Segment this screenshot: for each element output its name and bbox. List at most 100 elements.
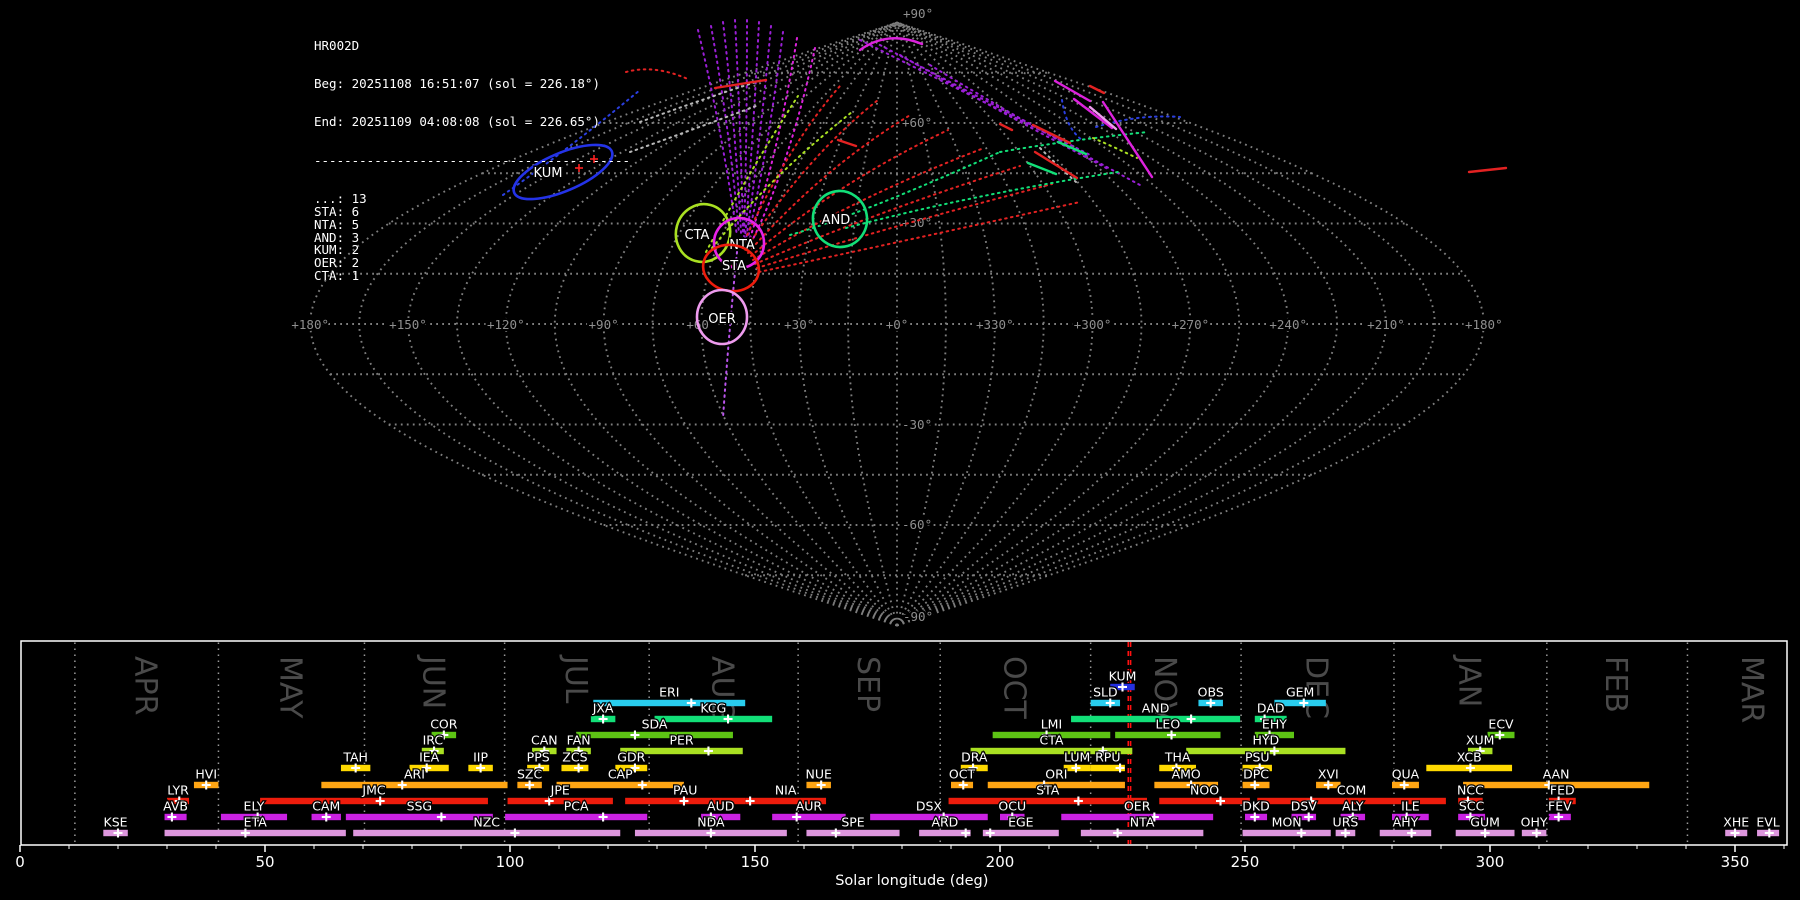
- x-tick-label: 300: [1476, 853, 1505, 871]
- svg-text:+180°: +180°: [291, 317, 329, 332]
- shower-label-EGE: EGE: [1008, 815, 1034, 830]
- shower-label-PPS: PPS: [527, 750, 550, 765]
- shower-label-OER: OER: [1124, 799, 1151, 814]
- shower-label-PER: PER: [669, 733, 693, 748]
- shower-label-CTA: CTA: [1039, 733, 1063, 748]
- shower-label-CAP: CAP: [608, 767, 633, 782]
- end-time-line: End: 20251109 04:08:08 (sol = 226.65°): [314, 116, 630, 129]
- shower-label-KCG: KCG: [700, 701, 726, 716]
- shower-label-DSX: DSX: [916, 799, 943, 814]
- activity-bar-JPE: [508, 798, 613, 804]
- month-label-apr: APR: [128, 656, 163, 715]
- activity-bar-DSX: [870, 814, 988, 820]
- shower-label-EVL: EVL: [1756, 815, 1779, 830]
- svg-text:-60°: -60°: [902, 517, 932, 532]
- shower-label-ELY: ELY: [244, 799, 265, 814]
- shower-count-line: OER: 2: [314, 257, 630, 270]
- shower-label-CAN: CAN: [531, 733, 558, 748]
- shower-label-COM: COM: [1337, 783, 1366, 798]
- shower-label-PSU: PSU: [1245, 750, 1270, 765]
- shower-label-GEM: GEM: [1286, 685, 1314, 700]
- activity-bar-AUR: [772, 814, 846, 820]
- x-axis-title: Solar longitude (deg): [835, 873, 988, 889]
- shower-label-AMO: AMO: [1172, 767, 1201, 782]
- shower-label-THA: THA: [1164, 750, 1191, 765]
- shower-label-DAD: DAD: [1257, 701, 1285, 716]
- shower-label-AUD: AUD: [707, 799, 734, 814]
- shower-label-EHY: EHY: [1262, 717, 1287, 732]
- shower-label-XUM: XUM: [1466, 733, 1495, 748]
- shower-label-AUR: AUR: [796, 799, 823, 814]
- shower-label-NIA: NIA: [775, 783, 797, 798]
- svg-text:-30°: -30°: [902, 417, 932, 432]
- radiant-label-CTA: CTA: [685, 228, 710, 243]
- shower-label-ARD: ARD: [931, 815, 958, 830]
- shower-label-AVB: AVB: [163, 799, 188, 814]
- shower-label-SLD: SLD: [1093, 685, 1118, 700]
- shower-count-line: NTA: 5: [314, 219, 630, 232]
- svg-text:+270°: +270°: [1172, 317, 1210, 332]
- shower-label-OCU: OCU: [998, 799, 1026, 814]
- month-label-may: MAY: [272, 656, 307, 719]
- shower-counts: ...: 13STA: 6NTA: 5AND: 3KUM: 2OER: 2CTA…: [314, 193, 630, 283]
- shower-label-IIP: IIP: [473, 750, 488, 765]
- shower-activity-bars: KUMERISLDOBSGEMJXAKCGANDDADCORSDALMILEOE…: [103, 669, 1780, 838]
- shower-label-HVI: HVI: [195, 767, 217, 782]
- activity-bar-KCG: [655, 716, 773, 722]
- shower-label-ARI: ARI: [404, 767, 425, 782]
- shower-label-FED: FED: [1550, 783, 1575, 798]
- station-code: HR002D: [314, 40, 630, 53]
- shower-label-OBS: OBS: [1198, 685, 1224, 700]
- shower-label-KUM: KUM: [1109, 669, 1137, 684]
- shower-label-JXA: JXA: [592, 701, 614, 716]
- shower-count-line: AND: 3: [314, 232, 630, 245]
- shower-label-XCB: XCB: [1457, 750, 1482, 765]
- svg-text:+240°: +240°: [1269, 317, 1307, 332]
- svg-text:+180°: +180°: [1465, 317, 1503, 332]
- activity-bar-SPE: [806, 830, 899, 836]
- shower-label-ALY: ALY: [1342, 799, 1364, 814]
- shower-label-NCC: NCC: [1457, 783, 1484, 798]
- activity-bar-ARI: [321, 782, 507, 788]
- shower-label-DKD: DKD: [1242, 799, 1269, 814]
- svg-text:+0°: +0°: [886, 317, 909, 332]
- shower-label-NUE: NUE: [805, 767, 831, 782]
- activity-bar-MON: [1243, 830, 1331, 836]
- shower-label-XHE: XHE: [1723, 815, 1749, 830]
- x-tick-label: 100: [496, 853, 525, 871]
- shower-count-line: STA: 6: [314, 206, 630, 219]
- shower-label-HYD: HYD: [1252, 733, 1279, 748]
- x-tick-label: 250: [1231, 853, 1260, 871]
- shower-label-JMC: JMC: [361, 783, 385, 798]
- month-label-jan: JAN: [1451, 654, 1486, 707]
- month-label-jul: JUL: [558, 654, 593, 704]
- svg-text:+120°: +120°: [487, 317, 525, 332]
- shower-label-XVI: XVI: [1318, 767, 1339, 782]
- activity-bar-NOO: [1159, 798, 1250, 804]
- activity-bar-CAP: [557, 782, 684, 788]
- shower-label-AAN: AAN: [1543, 767, 1570, 782]
- month-label-sep: SEP: [850, 656, 885, 712]
- activity-timeline: APRMAYJUNJULAUGSEPOCTNOVDECJANFEBMARKUME…: [0, 640, 1800, 900]
- shower-label-LYR: LYR: [167, 783, 189, 798]
- shower-label-KSE: KSE: [104, 815, 128, 830]
- activity-bar-SDA: [576, 732, 733, 738]
- shower-label-QUA: QUA: [1392, 767, 1420, 782]
- shower-count-line: CTA: 1: [314, 270, 630, 283]
- shower-label-LEO: LEO: [1155, 717, 1180, 732]
- shower-label-PAU: PAU: [673, 783, 697, 798]
- shower-label-LMI: LMI: [1041, 717, 1062, 732]
- shower-label-FEV: FEV: [1548, 799, 1572, 814]
- shower-label-ECV: ECV: [1488, 717, 1514, 732]
- shower-label-DRA: DRA: [961, 750, 988, 765]
- shower-label-NOO: NOO: [1190, 783, 1219, 798]
- svg-text:+30°: +30°: [784, 317, 814, 332]
- activity-bar-SLD: [1091, 700, 1120, 706]
- shower-label-GUM: GUM: [1470, 815, 1500, 830]
- radiant-label-STA: STA: [722, 259, 746, 274]
- svg-text:+300°: +300°: [1074, 317, 1112, 332]
- month-label-oct: OCT: [996, 656, 1031, 720]
- map-legend: HR002D Beg: 20251108 16:51:07 (sol = 226…: [314, 14, 630, 308]
- shower-label-CAM: CAM: [312, 799, 340, 814]
- svg-text:+150°: +150°: [389, 317, 427, 332]
